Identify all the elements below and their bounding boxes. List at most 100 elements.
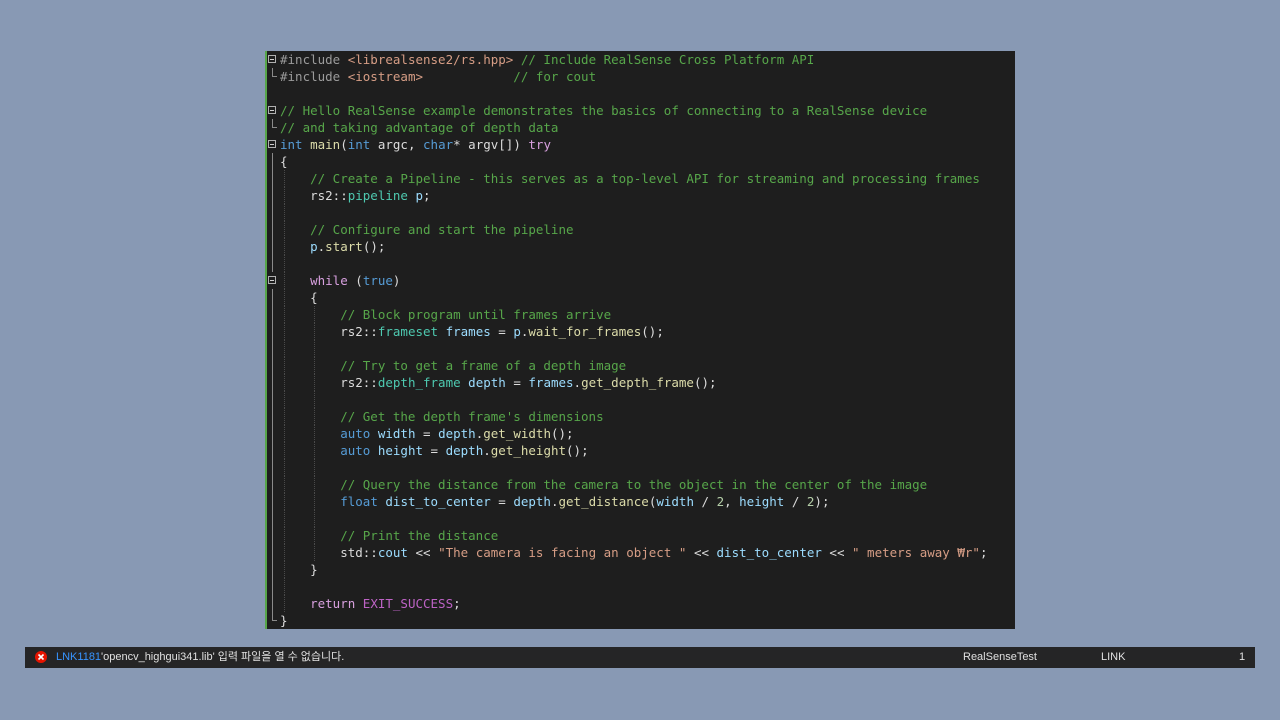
code-text[interactable]: #include <librealsense2/rs.hpp> // Inclu… [280, 51, 814, 68]
code-text[interactable]: while (true) [280, 272, 400, 289]
code-token: = [490, 494, 514, 509]
error-list-row[interactable]: LNK1181 'opencv_highgui341.lib' 입력 파일을 열… [25, 647, 1255, 668]
code-line[interactable] [265, 459, 1015, 476]
code-text[interactable]: // Hello RealSense example demonstrates … [280, 102, 927, 119]
code-text[interactable]: rs2::pipeline p; [280, 187, 430, 204]
fold-box-icon[interactable] [268, 55, 276, 63]
code-lines[interactable]: #include <librealsense2/rs.hpp> // Inclu… [265, 51, 1015, 629]
fold-guide [267, 306, 279, 323]
fold-guide [267, 476, 279, 493]
code-line[interactable]: } [265, 561, 1015, 578]
code-text[interactable]: #include <iostream> // for cout [280, 68, 596, 85]
code-token: depth [513, 494, 551, 509]
code-text[interactable]: rs2::frameset frames = p.wait_for_frames… [280, 323, 664, 340]
code-line[interactable]: std::cout << "The camera is facing an ob… [265, 544, 1015, 561]
code-line[interactable]: // Hello RealSense example demonstrates … [265, 102, 1015, 119]
code-text[interactable]: // Try to get a frame of a depth image [280, 357, 626, 374]
code-line[interactable]: // Block program until frames arrive [265, 306, 1015, 323]
code-line[interactable]: return EXIT_SUCCESS; [265, 595, 1015, 612]
code-line[interactable]: rs2::frameset frames = p.wait_for_frames… [265, 323, 1015, 340]
code-text[interactable]: { [280, 153, 288, 170]
code-line[interactable]: // Configure and start the pipeline [265, 221, 1015, 238]
fold-collapse-icon[interactable] [267, 102, 279, 119]
code-token: get_height [490, 443, 567, 458]
code-token: try [528, 137, 551, 152]
code-text[interactable]: rs2::depth_frame depth = frames.get_dept… [280, 374, 717, 391]
code-token: cout [377, 545, 408, 560]
code-line[interactable]: // Create a Pipeline - this serves as a … [265, 170, 1015, 187]
code-text[interactable]: return EXIT_SUCCESS; [280, 595, 461, 612]
code-text[interactable]: int main(int argc, char* argv[]) try [280, 136, 551, 153]
code-line[interactable] [265, 391, 1015, 408]
code-text[interactable]: // Query the distance from the camera to… [280, 476, 927, 493]
code-token: p [310, 239, 318, 254]
code-line[interactable]: // Get the depth frame's dimensions [265, 408, 1015, 425]
fold-collapse-icon[interactable] [267, 136, 279, 153]
code-text[interactable]: std::cout << "The camera is facing an ob… [280, 544, 987, 561]
code-text[interactable]: // Configure and start the pipeline [280, 221, 573, 238]
code-line[interactable] [265, 204, 1015, 221]
code-text[interactable]: float dist_to_center = depth.get_distanc… [280, 493, 829, 510]
code-token: main [310, 137, 341, 152]
code-token: std:: [280, 545, 378, 560]
indent-guide [313, 391, 315, 408]
code-line[interactable]: auto width = depth.get_width(); [265, 425, 1015, 442]
fold-collapse-icon[interactable] [267, 272, 279, 289]
code-token: (); [693, 375, 717, 390]
fold-box-icon[interactable] [268, 140, 276, 148]
code-token: ); [814, 494, 830, 509]
code-text[interactable]: } [280, 612, 288, 629]
code-line[interactable]: rs2::pipeline p; [265, 187, 1015, 204]
code-line[interactable]: #include <librealsense2/rs.hpp> // Inclu… [265, 51, 1015, 68]
code-token: = [490, 324, 514, 339]
code-line[interactable]: { [265, 153, 1015, 170]
code-line[interactable]: // Try to get a frame of a depth image [265, 357, 1015, 374]
code-line[interactable]: // Query the distance from the camera to… [265, 476, 1015, 493]
code-line[interactable] [265, 255, 1015, 272]
fold-line [272, 527, 273, 544]
code-text[interactable]: p.start(); [280, 238, 385, 255]
code-editor[interactable]: #include <librealsense2/rs.hpp> // Inclu… [265, 51, 1015, 629]
fold-box-icon[interactable] [268, 276, 276, 284]
fold-guide [267, 544, 279, 561]
fold-box-icon[interactable] [268, 106, 276, 114]
code-text[interactable]: auto width = depth.get_width(); [280, 425, 573, 442]
code-text[interactable]: // Get the depth frame's dimensions [280, 408, 603, 425]
code-line[interactable] [265, 340, 1015, 357]
code-line[interactable]: // Print the distance [265, 527, 1015, 544]
fold-collapse-icon[interactable] [267, 51, 279, 68]
code-line[interactable] [265, 578, 1015, 595]
code-text[interactable]: // and taking advantage of depth data [280, 119, 558, 136]
indent-guide [313, 510, 315, 527]
error-circle-icon [35, 651, 47, 663]
code-line[interactable]: // and taking advantage of depth data [265, 119, 1015, 136]
code-text[interactable]: } [280, 561, 318, 578]
code-line[interactable]: int main(int argc, char* argv[]) try [265, 136, 1015, 153]
code-line[interactable]: float dist_to_center = depth.get_distanc… [265, 493, 1015, 510]
code-line[interactable]: } [265, 612, 1015, 629]
code-line[interactable]: while (true) [265, 272, 1015, 289]
code-line[interactable] [265, 510, 1015, 527]
code-token: while [310, 273, 348, 288]
code-token: float [340, 494, 378, 509]
error-code-link[interactable]: LNK1181 [56, 647, 101, 668]
code-token: depth_frame [377, 375, 461, 390]
code-text[interactable]: auto height = depth.get_height(); [280, 442, 588, 459]
code-line[interactable]: p.start(); [265, 238, 1015, 255]
code-line[interactable] [265, 85, 1015, 102]
code-text[interactable]: // Block program until frames arrive [280, 306, 611, 323]
code-line[interactable]: rs2::depth_frame depth = frames.get_dept… [265, 374, 1015, 391]
indent-guide [313, 459, 315, 476]
code-line[interactable]: auto height = depth.get_height(); [265, 442, 1015, 459]
code-text[interactable]: { [280, 289, 318, 306]
code-text[interactable]: // Print the distance [280, 527, 498, 544]
code-line[interactable]: { [265, 289, 1015, 306]
code-token: start [325, 239, 363, 254]
code-token: ; [453, 596, 461, 611]
code-text[interactable]: // Create a Pipeline - this serves as a … [280, 170, 980, 187]
code-line[interactable]: #include <iostream> // for cout [265, 68, 1015, 85]
